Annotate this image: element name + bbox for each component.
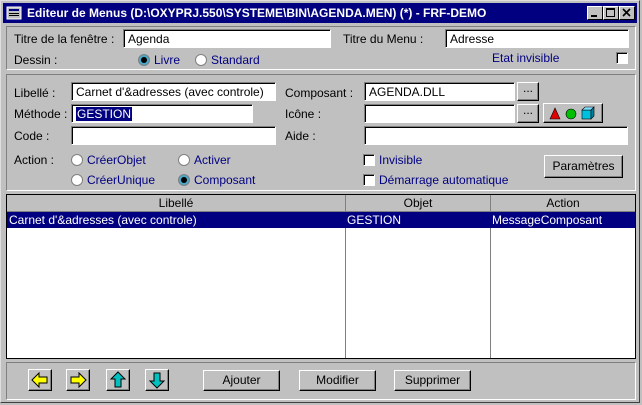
shapes-icon: [549, 106, 595, 120]
libelle-label: Libellé :: [14, 86, 56, 100]
supprimer-button[interactable]: Supprimer: [394, 370, 471, 391]
aide-field[interactable]: [364, 126, 628, 145]
arrow-left-icon: [31, 371, 48, 389]
invisible-label[interactable]: Invisible: [379, 153, 422, 167]
column-header-libelle[interactable]: Libellé: [7, 195, 346, 212]
maximize-icon: [606, 8, 615, 17]
editeur-menus-window: Editeur de Menus (D:\OXYPRJ.550\SYSTEME\…: [0, 0, 640, 403]
minimize-icon: [591, 15, 597, 17]
icone-label: Icône :: [285, 107, 322, 121]
titre-fenetre-field[interactable]: Agenda: [123, 29, 331, 48]
arrow-right-icon: [70, 371, 87, 389]
cell-objet: GESTION: [347, 213, 402, 227]
methode-selected-text: GESTION: [76, 107, 133, 121]
close-icon: [622, 8, 631, 17]
window-title: Editeur de Menus (D:\OXYPRJ.550\SYSTEME\…: [27, 6, 487, 20]
icone-field[interactable]: [364, 104, 515, 123]
libelle-field[interactable]: Carnet d'&adresses (avec controle): [71, 82, 276, 101]
move-right-button[interactable]: [66, 369, 90, 391]
dessin-standard-label[interactable]: Standard: [211, 53, 260, 67]
aide-label: Aide :: [285, 129, 316, 143]
action-creerunique-label[interactable]: CréerUnique: [87, 173, 155, 187]
code-label: Code :: [14, 129, 50, 143]
code-field[interactable]: [71, 126, 276, 145]
composant-field[interactable]: AGENDA.DLL: [364, 82, 515, 101]
titre-fenetre-label: Titre de la fenêtre :: [14, 32, 115, 46]
titre-menu-field[interactable]: Adresse: [445, 29, 629, 48]
action-activer-label[interactable]: Activer: [194, 153, 231, 167]
composant-browse-button[interactable]: ...: [517, 82, 539, 101]
maximize-button[interactable]: [603, 6, 619, 20]
action-creerobjet-radio[interactable]: [71, 154, 83, 166]
action-label: Action :: [14, 153, 55, 167]
parametres-button[interactable]: Paramètres: [544, 155, 623, 178]
titre-menu-label: Titre du Menu :: [343, 32, 424, 46]
move-down-button[interactable]: [145, 369, 169, 391]
arrow-down-icon: [148, 372, 166, 389]
modifier-button[interactable]: Modifier: [299, 370, 376, 391]
app-icon: [6, 6, 22, 20]
dessin-label: Dessin :: [14, 53, 58, 67]
arrow-up-icon: [109, 371, 127, 388]
cell-action: MessageComposant: [492, 213, 603, 227]
menu-items-table[interactable]: Libellé Objet Action Carnet d'&adresses …: [6, 194, 636, 359]
title-bar[interactable]: Editeur de Menus (D:\OXYPRJ.550\SYSTEME\…: [3, 3, 637, 23]
dessin-livre-label[interactable]: Livre: [154, 53, 180, 67]
column-header-objet[interactable]: Objet: [346, 195, 491, 212]
minimize-button[interactable]: [587, 6, 603, 20]
close-button[interactable]: [619, 6, 635, 20]
composant-label: Composant :: [285, 86, 354, 100]
dessin-livre-radio[interactable]: [138, 54, 150, 66]
invisible-checkbox[interactable]: [363, 154, 375, 166]
action-composant-label[interactable]: Composant: [194, 173, 255, 187]
action-creerobjet-label[interactable]: CréerObjet: [87, 153, 146, 167]
demarrage-checkbox[interactable]: [363, 174, 375, 186]
column-header-action[interactable]: Action: [491, 195, 635, 212]
action-composant-radio[interactable]: [178, 174, 190, 186]
action-activer-radio[interactable]: [178, 154, 190, 166]
ajouter-button[interactable]: Ajouter: [203, 370, 280, 391]
move-up-button[interactable]: [106, 369, 130, 391]
move-left-button[interactable]: [28, 369, 52, 391]
etat-invisible-label: Etat invisible: [492, 51, 560, 65]
methode-label: Méthode :: [14, 107, 68, 121]
cell-libelle: Carnet d'&adresses (avec controle): [9, 213, 197, 227]
dessin-standard-radio[interactable]: [195, 54, 207, 66]
icone-preview-button[interactable]: [543, 103, 603, 123]
column-divider: [345, 212, 346, 358]
column-divider: [490, 212, 491, 358]
table-row[interactable]: Carnet d'&adresses (avec controle) GESTI…: [7, 212, 635, 228]
icone-browse-button[interactable]: ...: [517, 104, 539, 123]
action-creerunique-radio[interactable]: [71, 174, 83, 186]
demarrage-label[interactable]: Démarrage automatique: [379, 173, 508, 187]
etat-invisible-checkbox[interactable]: [616, 52, 628, 64]
methode-field[interactable]: GESTION: [71, 104, 253, 123]
